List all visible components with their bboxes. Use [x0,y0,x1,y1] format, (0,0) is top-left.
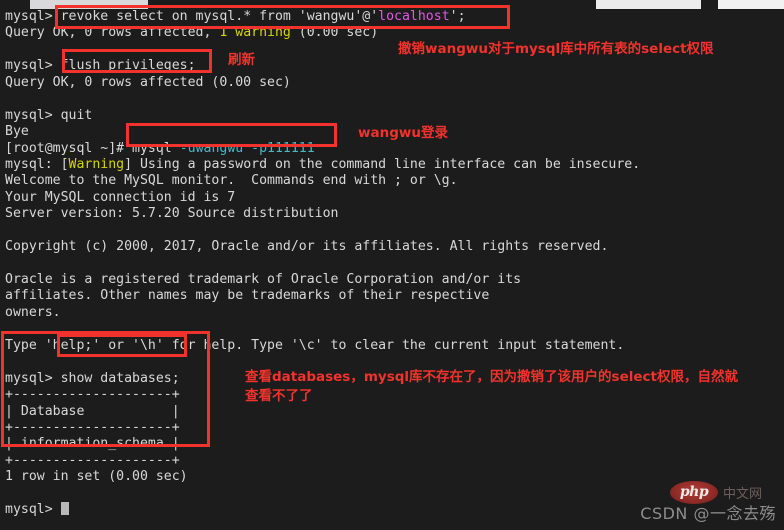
terminal-prompt: mysql> [5,502,61,518]
terminal-line: +--------------------+ [5,420,784,436]
annotation-flush-explanation: 刷新 [228,52,255,68]
csdn-watermark: CSDN @一念去殇 [640,504,776,523]
terminal-text: 1 row in set (0.00 sec) [5,469,188,485]
terminal-text: flush privileges; [60,58,196,74]
terminal-line: mysql> flush privileges; [5,58,784,74]
terminal-line: Query OK, 0 rows affected (0.00 sec) [5,75,784,91]
terminal-prompt: mysql> [5,9,61,24]
terminal-line: affiliates. Other names may be trademark… [5,288,784,304]
terminal-line: mysql> quit [5,108,784,124]
terminal-text: Query OK, 0 rows affected, [5,25,220,41]
window-tab-secondary[interactable] [596,0,701,9]
window-tab-tertiary[interactable] [718,0,784,9]
terminal-text: localhost [378,9,450,24]
terminal-text: (0.00 sec) [290,25,379,41]
terminal-text: mysql [132,140,180,156]
terminal-line: Your MySQL connection id is 7 [5,190,784,206]
terminal-text: | Database | [5,403,180,419]
terminal-line: Copyright (c) 2000, 2017, Oracle and/or … [5,239,784,255]
annotation-revoke-explanation: 撤销wangwu对于mysql库中所有表的select权限 [398,41,714,57]
terminal-text: ] Using a password on the command line i… [124,156,641,172]
terminal-cursor [60,502,69,516]
terminal-line: +--------------------+ [5,453,784,469]
terminal-text: Type 'help;' or '\h' for help. Type '\c'… [5,337,625,353]
window-tab-strip [0,0,784,9]
terminal-prompt: mysql> [5,370,61,386]
terminal-text: quit [60,107,93,123]
terminal-prompt: mysql> [5,107,61,123]
terminal-line: 1 row in set (0.00 sec) [5,469,784,485]
terminal-line: mysql> revoke select on mysql.* from 'wa… [5,9,784,25]
terminal-line: Oracle is a registered trademark of Orac… [5,272,784,288]
terminal-line: Type 'help;' or '\h' for help. Type '\c'… [5,338,784,354]
terminal-text: Query OK, 0 rows affected (0.00 sec) [5,74,291,90]
terminal-line: | information_schema | [5,436,784,452]
terminal-text: | information_schema | [5,436,180,452]
terminal-text: +--------------------+ [5,387,180,403]
terminal-line: Server version: 5.7.20 Source distributi… [5,206,784,222]
terminal-text: +--------------------+ [5,419,180,435]
terminal-output[interactable]: mysql> revoke select on mysql.* from 'wa… [5,9,784,519]
terminal-text: Bye [5,124,29,140]
terminal-prompt: mysql> [5,58,61,74]
terminal-text: mysql: [ [5,156,69,172]
terminal-line: mysql: [Warning] Using a password on the… [5,157,784,173]
terminal-text: +--------------------+ [5,452,180,468]
terminal-text: Server version: 5.7.20 Source distributi… [5,206,339,222]
terminal-prompt: [root@mysql ~]# [5,140,133,156]
annotation-databases-explanation: 查看databases，mysql库不存在了，因为撤销了该用户的select权限… [245,369,738,404]
terminal-line: Welcome to the MySQL monitor. Commands e… [5,173,784,189]
terminal-text: Welcome to the MySQL monitor. Commands e… [5,173,458,189]
terminal-text: show databases; [60,370,180,386]
terminal-text: revoke select on mysql.* from 'wangwu'@' [60,9,379,24]
terminal-text: 1 warning [219,25,291,41]
terminal-line: owners. [5,305,784,321]
terminal-text: Oracle is a registered trademark of Orac… [5,272,522,287]
terminal-window: mysql> revoke select on mysql.* from 'wa… [0,0,784,530]
terminal-text: '; [449,9,466,24]
terminal-text: Copyright (c) 2000, 2017, Oracle and/or … [5,239,609,255]
terminal-text: Warning [68,156,125,172]
terminal-text: owners. [5,304,61,320]
window-tab-active[interactable] [30,0,148,9]
terminal-text: -uwangwu -p111111 [179,140,315,156]
terminal-text: affiliates. Other names may be trademark… [5,288,490,304]
terminal-text: Your MySQL connection id is 7 [5,189,236,205]
annotation-login-explanation: wangwu登录 [358,125,448,141]
